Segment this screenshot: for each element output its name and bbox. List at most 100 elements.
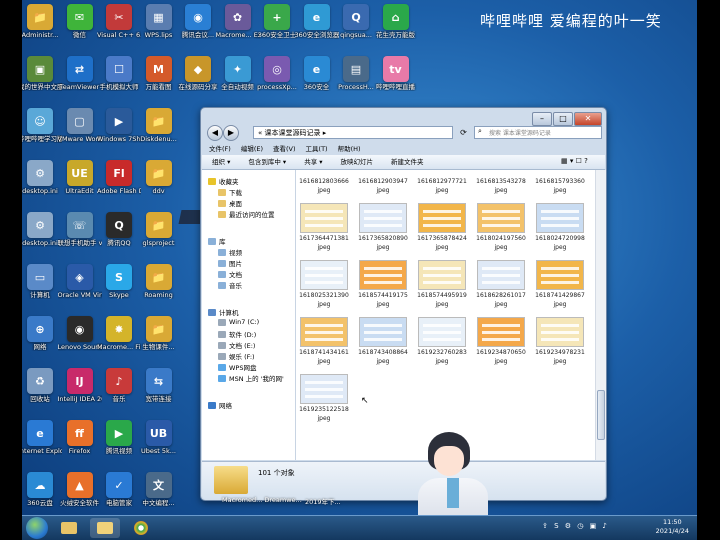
file-thumbnail[interactable]: 1618574495919 jpeg — [416, 260, 468, 309]
desktop-icon[interactable]: ✿Macrome... Extension... — [216, 4, 260, 39]
tray-icons[interactable]: ⇪ S ⚙ ◷ ▣ ♪ — [542, 522, 609, 530]
desktop-icon[interactable]: ☏联想手机助手 v2.0 — [58, 212, 102, 247]
desktop-icon[interactable]: ⌂ 花生壳万能版 — [374, 4, 418, 39]
nav-item[interactable]: 桌面 — [218, 198, 242, 208]
nav-item[interactable]: 音乐 — [218, 280, 242, 290]
menu-item[interactable]: 工具(T) — [306, 145, 328, 153]
command-button[interactable]: 组织 ▾ — [212, 158, 230, 166]
nav-item[interactable]: 图片 — [218, 258, 242, 268]
nav-item[interactable]: 文档 — [218, 269, 242, 279]
desktop-icon[interactable]: ♻ 回收站 — [22, 368, 62, 403]
file-thumbnail[interactable]: 1618741429867 jpeg — [534, 260, 586, 309]
desktop-icon[interactable]: ✂Visual C++ 6.0 — [97, 4, 141, 39]
taskbar-explorer-icon[interactable] — [54, 518, 84, 538]
desktop-icon-label[interactable]: Macromed... Dreamwe... — [222, 496, 302, 504]
maximize-button[interactable]: □ — [553, 112, 573, 126]
file-thumbnail[interactable]: 1618025321390 jpeg — [298, 260, 350, 309]
desktop-icon[interactable]: ☐ 手机模拟大师 — [97, 56, 141, 91]
desktop-icon[interactable]: FlAdobe Flash Devs... — [97, 160, 141, 195]
desktop-icon[interactable]: ▦ WPS.lips — [137, 4, 181, 39]
scrollbar-thumb[interactable] — [597, 390, 605, 440]
file-thumbnail[interactable]: 1617364471381 jpeg — [298, 203, 350, 252]
desktop-icon[interactable]: Qqingsua... — [334, 4, 378, 39]
desktop-icon[interactable]: 📁 glsproject — [137, 212, 181, 247]
taskbar-folder-icon[interactable] — [90, 518, 120, 538]
desktop-icon[interactable]: 📁 ddv — [137, 160, 181, 195]
nav-item[interactable]: MSN 上的 '我的网' — [218, 373, 284, 383]
desktop-icon[interactable]: 📁 Roaming — [137, 264, 181, 299]
file-thumbnail[interactable]: 1618024720998 jpeg — [534, 203, 586, 252]
desktop-icon[interactable]: 📁 Diskdenu... — [137, 108, 181, 143]
desktop-icon[interactable]: S Skype — [97, 264, 141, 299]
menu-item[interactable]: 查看(V) — [273, 145, 296, 153]
file-thumbnail[interactable]: 1619234870650 jpeg — [475, 317, 527, 366]
menu-item[interactable]: 帮助(H) — [338, 145, 361, 153]
file-thumbnail[interactable]: 1617365878424 jpeg — [416, 203, 468, 252]
desktop-icon[interactable]: 📁 生物课件... — [137, 316, 181, 351]
view-options-icon[interactable]: ▦ ▾ ☐ ? — [561, 157, 588, 165]
desktop-icon[interactable]: IJIntelliJ IDEA 2019.3.3 — [58, 368, 102, 403]
nav-item[interactable]: 库 — [208, 236, 226, 246]
nav-item[interactable]: 视频 — [218, 247, 242, 257]
desktop-icon[interactable]: ⚙ desktop.ini — [22, 212, 62, 247]
menu-item[interactable]: 编辑(E) — [241, 145, 263, 153]
nav-item[interactable]: 计算机 — [208, 307, 239, 317]
desktop-icon[interactable]: e 360安全浏览器 — [295, 4, 339, 39]
desktop-icon[interactable]: ☺哔哩哔哩学习版 — [22, 108, 62, 143]
desktop-icon[interactable]: ☁ 360云盘 — [22, 472, 62, 507]
desktop-icon[interactable]: ▢VMware Workstatio... — [58, 108, 102, 143]
desktop-icon[interactable]: ▶ 腾讯视频 — [97, 420, 141, 455]
file-thumbnail[interactable]: 1618741434161 jpeg — [298, 317, 350, 366]
file-thumbnail[interactable]: 1616813543278 jpeg — [475, 170, 527, 195]
desktop-icon[interactable]: ◈Oracle VM VirtualBox — [58, 264, 102, 299]
command-button[interactable]: 共享 ▾ — [304, 158, 322, 166]
desktop-icon-label[interactable]: 2019年下... — [305, 496, 341, 506]
start-button[interactable] — [26, 517, 48, 539]
desktop-icon[interactable]: +360安全卫士 — [255, 4, 299, 39]
file-thumbnail[interactable]: 1618574419175 jpeg — [357, 260, 409, 309]
nav-item[interactable]: 下载 — [218, 187, 242, 197]
desktop-icon[interactable]: ♪ 音乐 — [97, 368, 141, 403]
menu-item[interactable]: 文件(F) — [209, 145, 231, 153]
desktop-icon[interactable]: ⇆ 宽带连接 — [137, 368, 181, 403]
nav-item[interactable]: Win7 (C:) — [218, 318, 259, 326]
desktop-icon[interactable]: UB Ubest 5k... — [137, 420, 181, 455]
desktop-icon[interactable]: ✉ 微信 — [58, 4, 102, 39]
desktop-icon[interactable]: ff Firefox — [58, 420, 102, 455]
desktop-icon[interactable]: ◉ 腾讯会议... — [176, 4, 220, 39]
address-bar[interactable]: « 课本课堂源码记录 ▸ — [253, 126, 453, 139]
desktop-icon[interactable]: ▤ ProcessH... — [334, 56, 378, 91]
file-thumbnail[interactable]: 1616815793360 jpeg — [534, 170, 586, 195]
file-thumbnail[interactable]: 1617365820890 jpeg — [357, 203, 409, 252]
desktop-icon[interactable]: ◎ processXp... — [255, 56, 299, 91]
nav-item[interactable]: 收藏夹 — [208, 176, 239, 186]
desktop-icon[interactable]: ⊕ 网络 — [22, 316, 62, 351]
desktop-icon[interactable]: ▣我的世界中文服务器 — [22, 56, 62, 91]
file-thumbnail[interactable]: 1616812903947 jpeg — [357, 170, 409, 195]
desktop-icon[interactable]: ◆ 在线源码分享 — [176, 56, 220, 91]
command-button[interactable]: 包含到库中 ▾ — [248, 158, 286, 166]
desktop-icon[interactable]: e 360安全 — [295, 56, 339, 91]
nav-item[interactable]: 网络 — [208, 400, 232, 410]
file-thumbnail[interactable]: 1619235122518 jpeg — [298, 374, 350, 423]
file-thumbnail[interactable]: 1618743408864 jpeg — [357, 317, 409, 366]
refresh-icon[interactable]: ⟳ — [457, 126, 470, 139]
explorer-window[interactable]: – □ ✕ ◀ ▶ « 课本课堂源码记录 ▸ ⟳ 搜索 课本课堂源码记录 ⌕ 文… — [200, 107, 607, 501]
desktop-icon[interactable]: ✸Macrome... Fireworks 8 — [97, 316, 141, 351]
vertical-scrollbar[interactable] — [595, 170, 606, 460]
back-button[interactable]: ◀ — [207, 125, 223, 141]
desktop-icon[interactable]: ◉Lenovo Sound... — [58, 316, 102, 351]
file-thumbnail[interactable]: 1616812803666 jpeg — [298, 170, 350, 195]
command-button[interactable]: 新建文件夹 — [391, 158, 424, 166]
nav-item[interactable]: 娱乐 (F:) — [218, 351, 255, 361]
nav-item[interactable]: 软件 (D:) — [218, 329, 256, 339]
nav-item[interactable]: 最近访问的位置 — [218, 209, 275, 219]
taskbar-browser-icon[interactable] — [126, 518, 156, 538]
minimize-button[interactable]: – — [532, 112, 552, 126]
file-thumbnail[interactable]: 1619234978231 jpeg — [534, 317, 586, 366]
desktop-icon[interactable]: ▲ 火绒安全软件 — [58, 472, 102, 507]
file-thumbnail[interactable]: 1618024197560 jpeg — [475, 203, 527, 252]
file-thumbnail[interactable]: 1619232760283 jpeg — [416, 317, 468, 366]
desktop-icon[interactable]: ⇄ TeamViewer — [58, 56, 102, 91]
desktop-icon[interactable]: 文中文编程... — [137, 472, 181, 507]
